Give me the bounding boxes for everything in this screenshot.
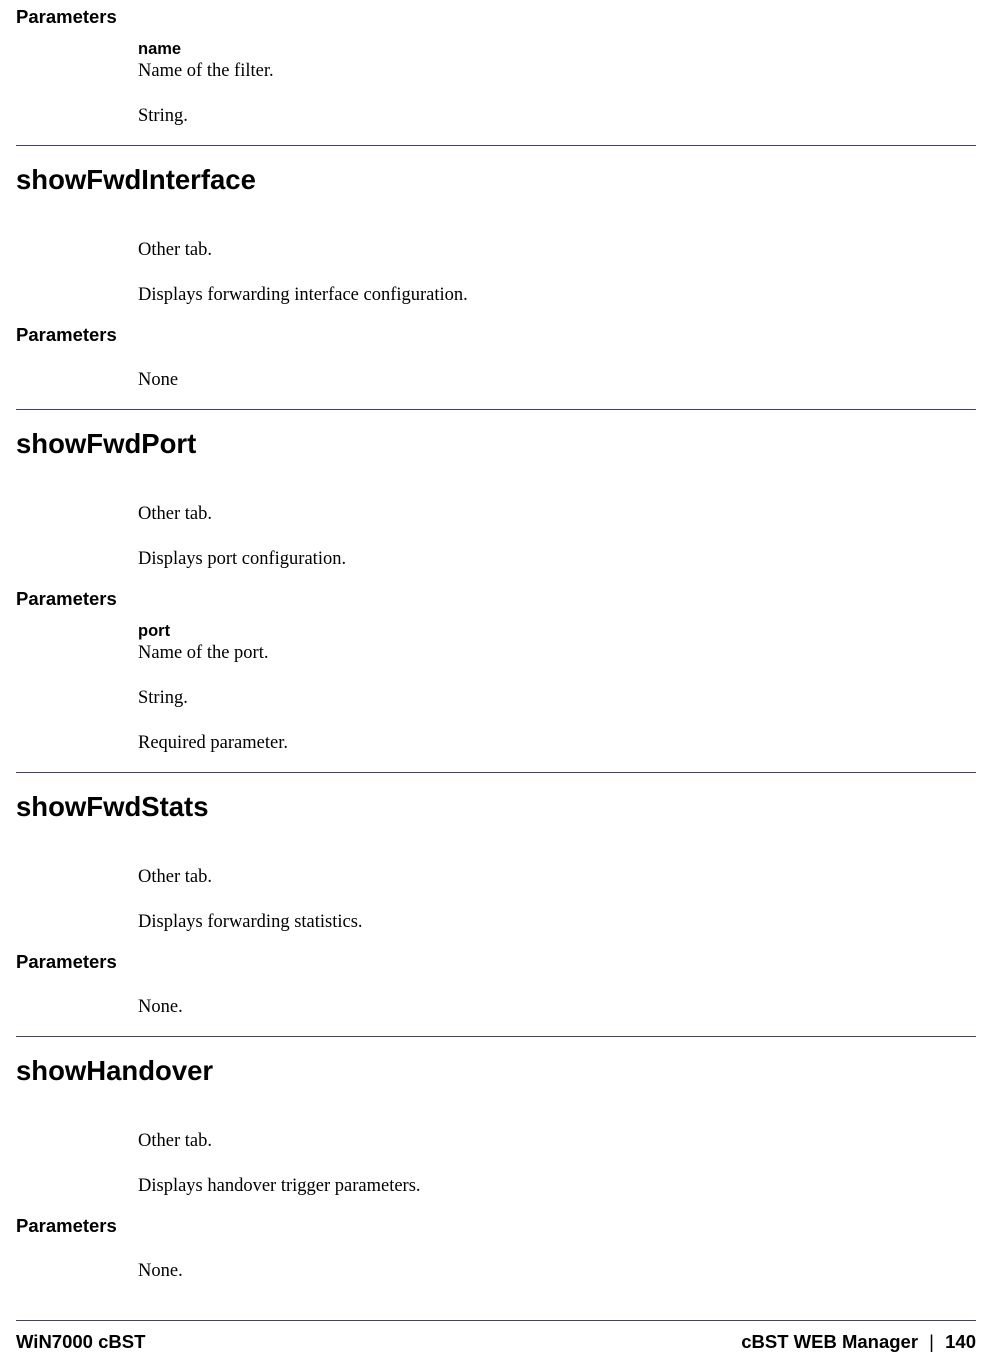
param-name: port [138,622,976,641]
parameters-label: Parameters [16,1215,976,1237]
parameters-label: Parameters [16,324,976,346]
section-divider [16,409,976,410]
body-text: Other tab. [138,867,976,888]
param-name: name [138,40,976,59]
body-text: Other tab. [138,1131,976,1152]
command-heading: showHandover [16,1055,976,1087]
parameters-label: Parameters [16,588,976,610]
section-divider [16,145,976,146]
body-text: String. [138,106,976,127]
body-text: None. [138,997,976,1018]
body-text: Other tab. [138,240,976,261]
command-heading: showFwdInterface [16,164,976,196]
body-text: None [138,370,976,391]
footer-right: cBST WEB Manager | 140 [741,1331,976,1353]
footer-left: WiN7000 cBST [16,1331,145,1353]
command-heading: showFwdStats [16,791,976,823]
body-text: Displays handover trigger parameters. [138,1176,976,1197]
page-footer: WiN7000 cBST cBST WEB Manager | 140 [16,1331,976,1353]
body-text: Displays forwarding interface configurat… [138,285,976,306]
body-text: None. [138,1261,976,1282]
command-heading: showFwdPort [16,428,976,460]
body-text: Name of the port. [138,643,976,664]
footer-manager-label: cBST WEB Manager [741,1331,918,1352]
footer-separator: | [929,1331,934,1352]
parameters-label: Parameters [16,951,976,973]
section-divider [16,1036,976,1037]
body-text: Displays forwarding statistics. [138,912,976,933]
body-text: Other tab. [138,504,976,525]
section-divider [16,772,976,773]
parameters-label: Parameters [16,6,976,28]
body-text: Name of the filter. [138,61,976,82]
body-text: String. [138,688,976,709]
body-text: Required parameter. [138,733,976,754]
body-text: Displays port configuration. [138,549,976,570]
page-number: 140 [945,1331,976,1352]
footer-divider [16,1320,976,1321]
